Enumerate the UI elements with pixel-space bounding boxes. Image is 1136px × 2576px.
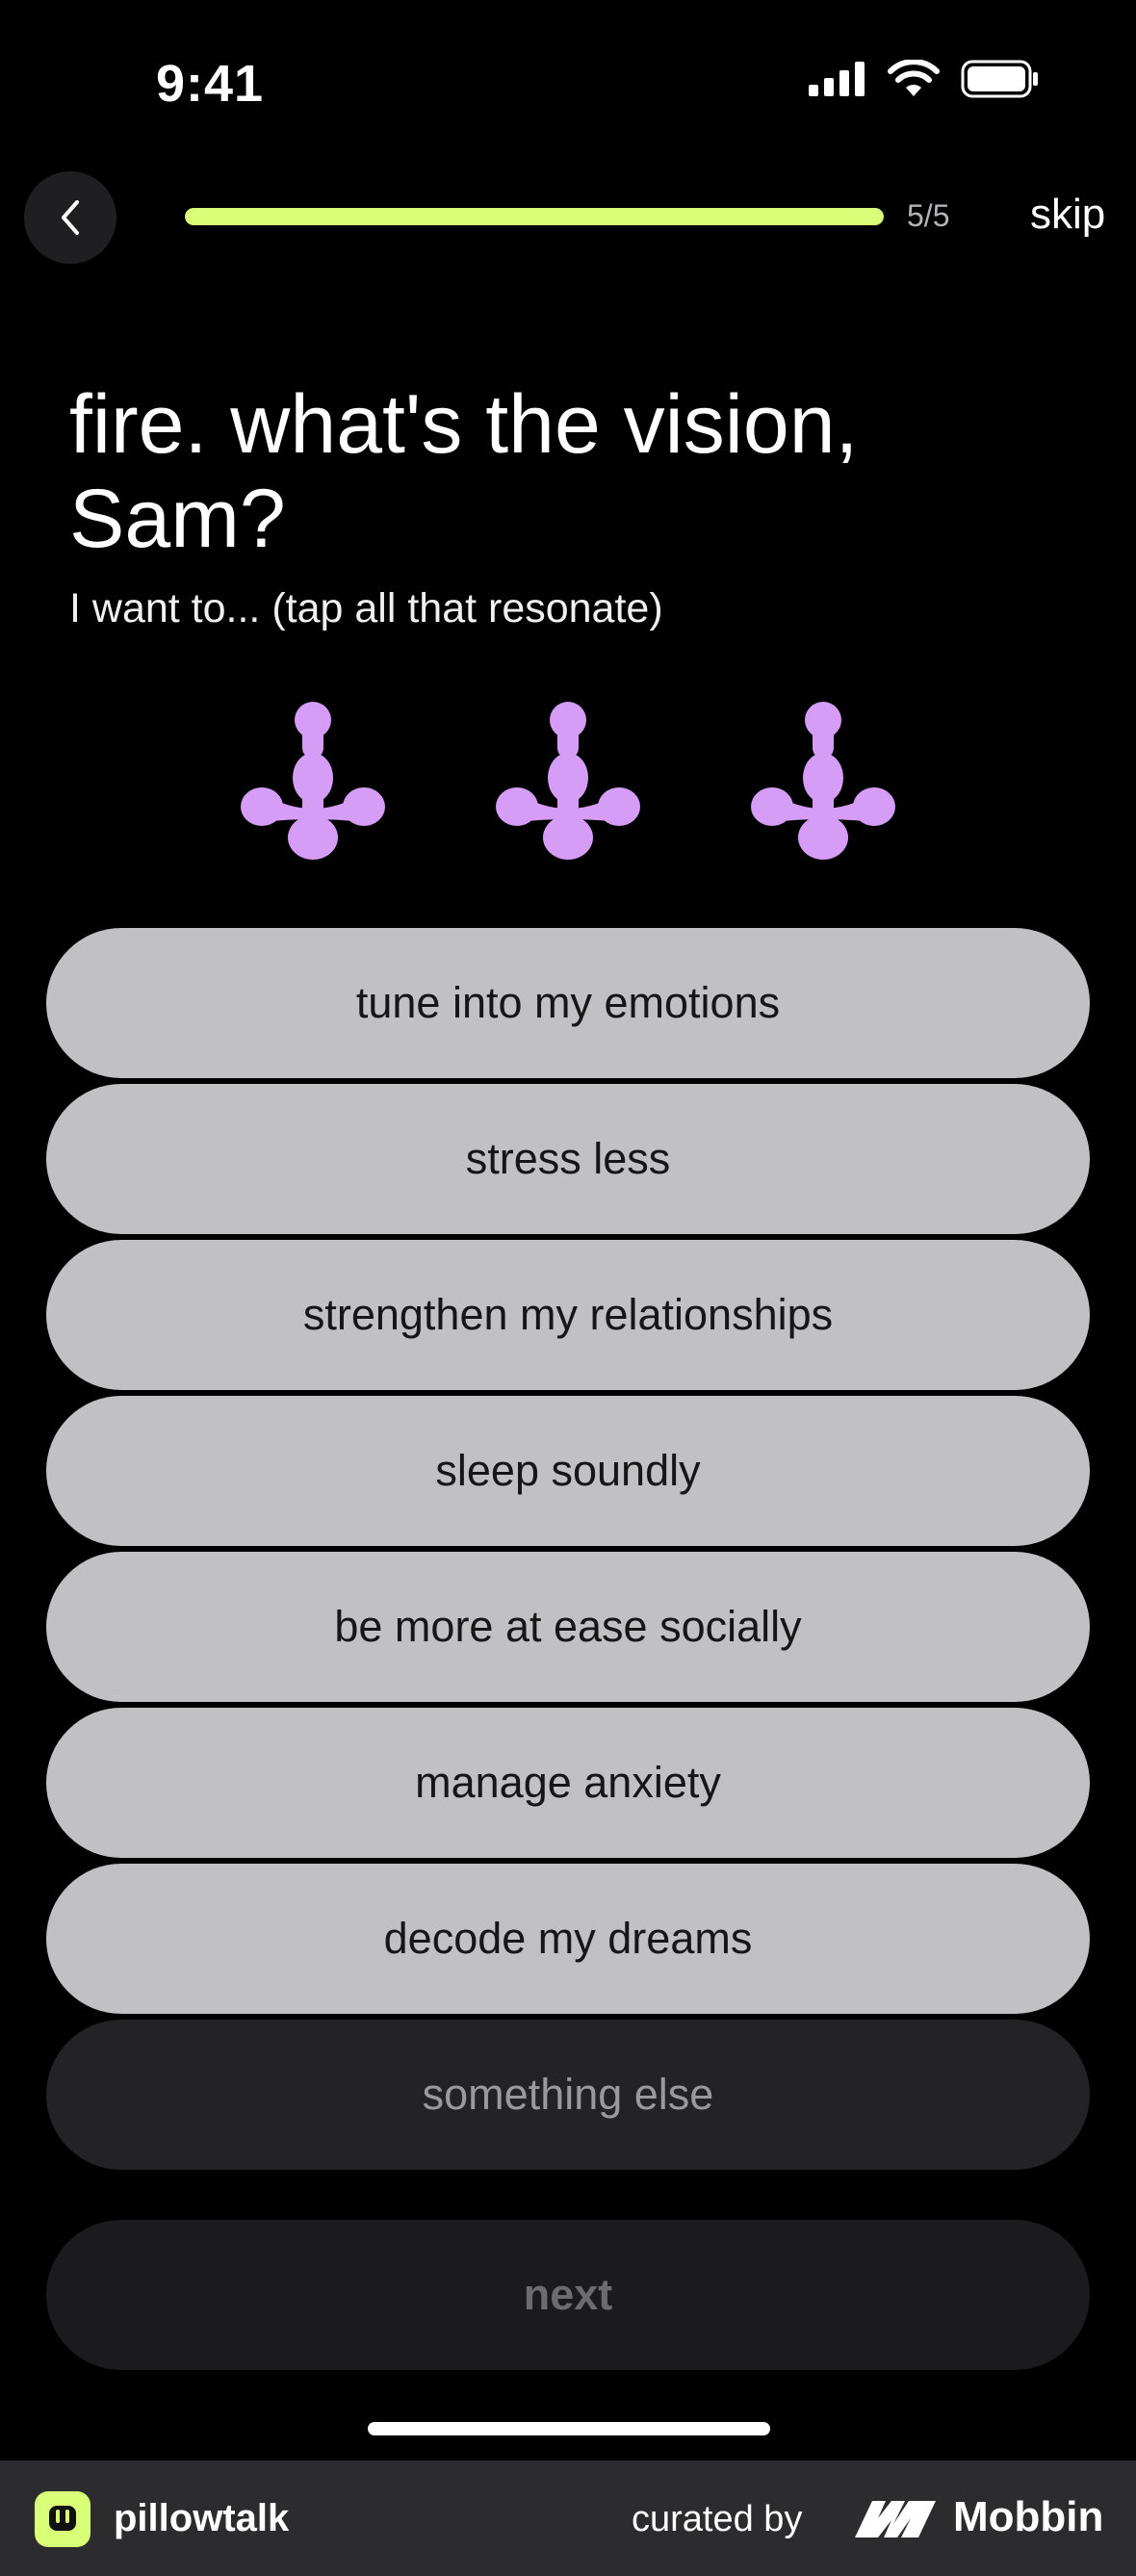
home-indicator bbox=[368, 2422, 770, 2435]
back-button[interactable] bbox=[24, 171, 116, 264]
mascot-row bbox=[241, 701, 895, 861]
page-title: fire. what's the vision, Sam? bbox=[69, 378, 859, 565]
footer-curated-label: curated by bbox=[632, 2499, 803, 2539]
option-ease-socially[interactable]: be more at ease socially bbox=[46, 1552, 1090, 1702]
pillowtalk-logo-icon bbox=[35, 2491, 90, 2547]
mascot-icon bbox=[496, 702, 640, 860]
progress-bar bbox=[185, 208, 884, 225]
goal-options: tune into my emotions stress less streng… bbox=[46, 928, 1090, 2176]
wifi-icon bbox=[888, 60, 940, 96]
option-stress-less[interactable]: stress less bbox=[46, 1084, 1090, 1234]
footer-brand: Mobbin bbox=[953, 2493, 1104, 2540]
mascot-icon bbox=[241, 702, 385, 860]
option-decode-dreams[interactable]: decode my dreams bbox=[46, 1864, 1090, 2014]
footer-app-name: pillowtalk bbox=[114, 2497, 290, 2539]
footer-bar: pillowtalk curated by Mobbin bbox=[0, 2460, 1136, 2576]
progress-fill bbox=[185, 208, 884, 225]
battery-icon bbox=[961, 60, 1038, 98]
status-time: 9:41 bbox=[156, 55, 265, 113]
status-icons bbox=[809, 60, 1040, 98]
page-subtitle: I want to... (tap all that resonate) bbox=[69, 585, 663, 631]
status-bar: 9:41 bbox=[0, 0, 1136, 173]
mascot-icon bbox=[751, 702, 895, 860]
signal-icon bbox=[809, 62, 865, 96]
option-something-else[interactable]: something else bbox=[46, 2020, 1090, 2170]
progress-text: 5/5 bbox=[907, 198, 950, 233]
option-manage-anxiety[interactable]: manage anxiety bbox=[46, 1708, 1090, 1858]
option-strengthen-relationships[interactable]: strengthen my relationships bbox=[46, 1240, 1090, 1390]
mobbin-logo-icon bbox=[855, 2501, 936, 2537]
next-button[interactable]: next bbox=[46, 2220, 1090, 2370]
option-sleep-soundly[interactable]: sleep soundly bbox=[46, 1396, 1090, 1546]
option-tune-into-emotions[interactable]: tune into my emotions bbox=[46, 928, 1090, 1078]
onboarding-nav: 5/5 skip bbox=[0, 171, 1136, 264]
skip-button[interactable]: skip bbox=[1030, 191, 1105, 239]
back-chevron-icon bbox=[62, 200, 79, 235]
